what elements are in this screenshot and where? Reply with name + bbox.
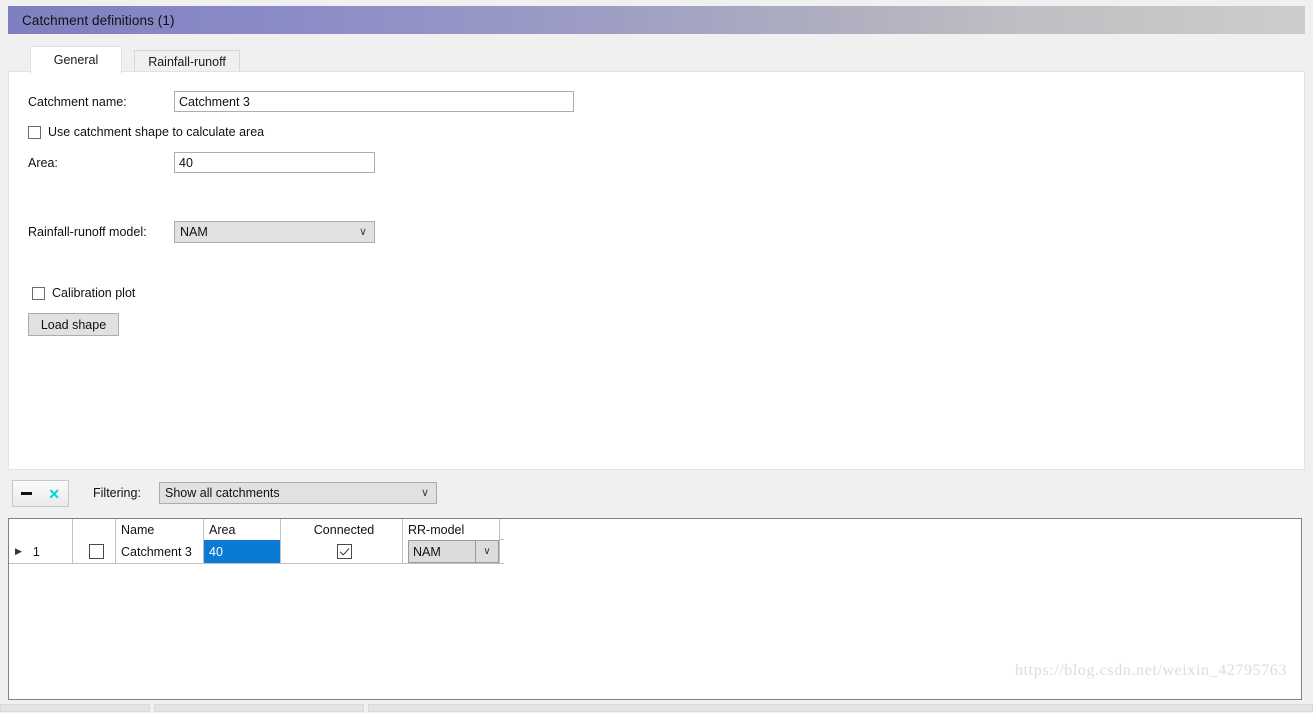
row-select-checkbox[interactable]: [89, 544, 104, 559]
rr-model-select[interactable]: NAM ∨: [174, 221, 375, 243]
tab-general-label: General: [53, 53, 99, 67]
calibration-plot-checkbox[interactable]: [32, 286, 45, 300]
filtering-label: Filtering:: [93, 486, 141, 500]
general-tab-panel: Catchment name: Catchment 3 Use catchmen…: [8, 71, 1305, 470]
calibration-plot-row[interactable]: Calibration plot: [32, 286, 135, 300]
grid-header-row: Name Area Connected RR-model: [9, 519, 504, 540]
filter-bar: ✕ Filtering: Show all catchments ∨: [8, 478, 1305, 512]
chevron-down-icon: ∨: [358, 225, 367, 238]
tab-rainfall-runoff-label: Rainfall-runoff: [148, 54, 226, 69]
row-current-arrow-icon: ▶: [15, 546, 22, 556]
rr-model-label: Rainfall-runoff model:: [28, 225, 147, 239]
area-value: 40: [179, 155, 193, 170]
catchment-name-input[interactable]: Catchment 3: [174, 91, 574, 112]
table-row[interactable]: ▶ 1 Catchment 3 40 NAM ∨: [9, 540, 504, 564]
window-title-bar: Catchment definitions (1): [8, 6, 1305, 34]
grid-header-area[interactable]: Area: [204, 519, 281, 540]
chevron-down-icon: ∨: [475, 541, 498, 562]
catchment-name-label: Catchment name:: [28, 94, 127, 109]
use-catchment-shape-label: Use catchment shape to calculate area: [48, 125, 265, 139]
load-shape-button[interactable]: Load shape: [28, 313, 119, 336]
rr-model-value: NAM: [180, 225, 208, 239]
row-select-cell[interactable]: [73, 540, 116, 563]
use-catchment-shape-checkbox[interactable]: [28, 125, 41, 139]
use-catchment-shape-row[interactable]: Use catchment shape to calculate area: [28, 125, 264, 139]
catchment-name-row: Catchment name: Catchment 3: [28, 91, 574, 112]
catchments-grid[interactable]: Name Area Connected RR-model ▶ 1 Catchme…: [8, 518, 1302, 700]
row-name-cell[interactable]: Catchment 3: [116, 540, 204, 563]
status-strip: [0, 703, 1313, 713]
close-icon[interactable]: ✕: [48, 487, 60, 501]
grid-header-rr-model[interactable]: RR-model: [403, 519, 500, 540]
status-segment-left: [0, 704, 150, 712]
area-label: Area:: [28, 155, 58, 170]
grid-header-select: [73, 519, 116, 540]
load-shape-button-label: Load shape: [40, 317, 107, 332]
row-indicator-cell[interactable]: ▶ 1: [9, 540, 73, 563]
status-segment-middle: [154, 704, 364, 712]
row-number: 1: [32, 544, 40, 559]
catchment-name-value: Catchment 3: [179, 94, 250, 109]
row-rr-model-cell[interactable]: NAM ∨: [403, 540, 500, 563]
chevron-down-icon: ∨: [420, 486, 429, 499]
tab-strip: General Rainfall-runoff: [8, 46, 1305, 74]
panel-control-group: ✕: [12, 480, 69, 507]
row-rr-model-select[interactable]: NAM ∨: [408, 540, 499, 563]
calibration-plot-label: Calibration plot: [52, 286, 136, 300]
minus-icon[interactable]: [21, 492, 33, 495]
grid-header-connected[interactable]: Connected: [281, 519, 403, 540]
area-input[interactable]: 40: [174, 152, 375, 173]
row-connected-cell[interactable]: [281, 540, 403, 563]
status-segment-right: [368, 704, 1313, 712]
filtering-select[interactable]: Show all catchments ∨: [159, 482, 437, 504]
row-area-cell[interactable]: 40: [204, 540, 281, 563]
row-connected-checkbox[interactable]: [336, 544, 352, 559]
row-rr-model-value: NAM: [413, 544, 441, 559]
area-row: Area: 40: [28, 152, 375, 173]
tab-rainfall-runoff[interactable]: Rainfall-runoff: [134, 50, 240, 72]
filtering-value: Show all catchments: [165, 486, 280, 500]
tab-general[interactable]: General: [30, 46, 122, 74]
rr-model-row: Rainfall-runoff model: NAM ∨: [28, 221, 375, 243]
watermark-text: https://blog.csdn.net/weixin_42795763: [1015, 662, 1287, 679]
grid-header-name[interactable]: Name: [116, 519, 204, 540]
page-title: Catchment definitions (1): [22, 12, 175, 28]
grid-header-rowindicator: [9, 519, 73, 540]
